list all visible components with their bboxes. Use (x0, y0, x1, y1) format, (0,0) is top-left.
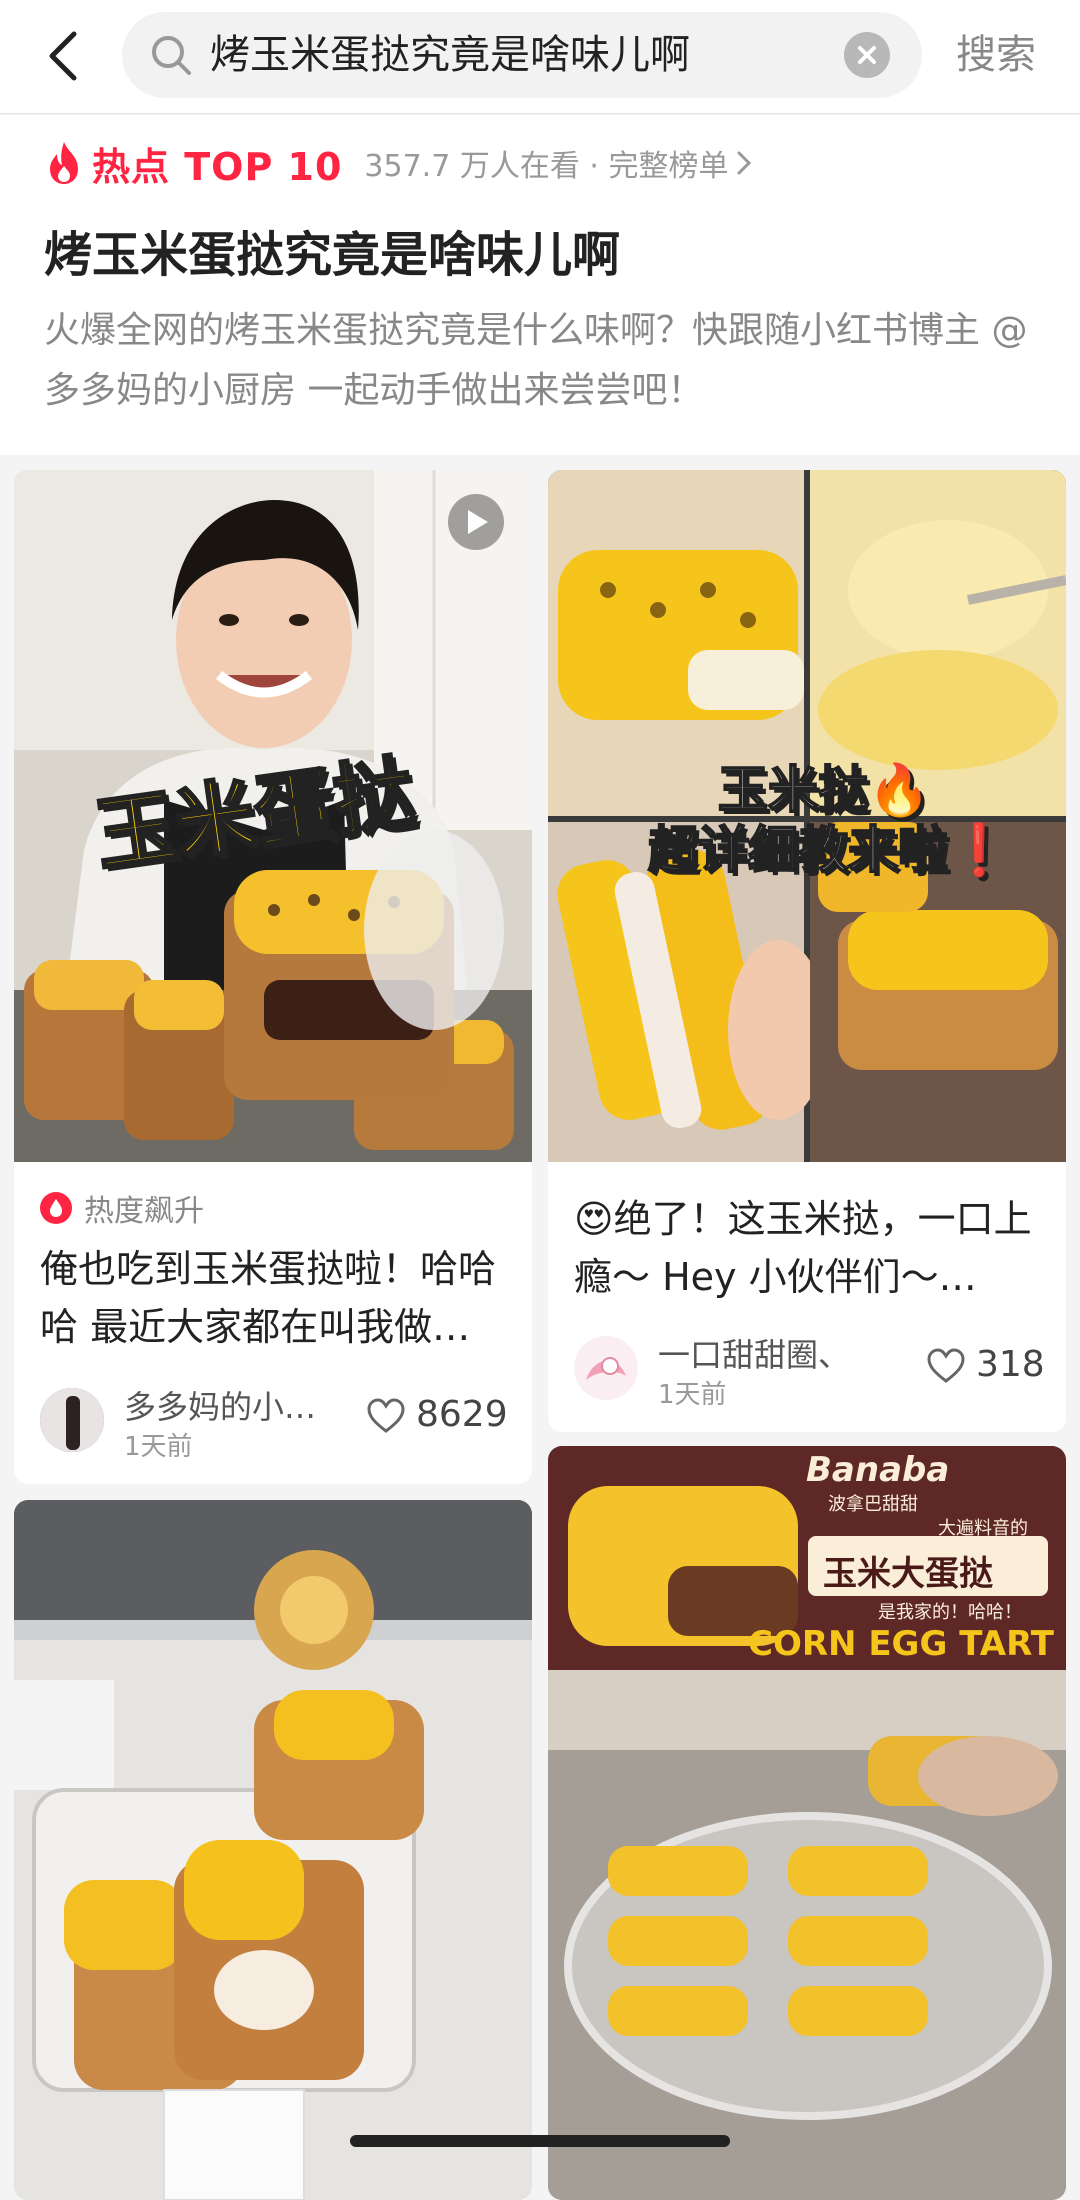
post-photo (14, 1500, 532, 2200)
chevron-right-icon (737, 151, 752, 175)
sign-title: 玉米大蛋挞 (823, 1554, 993, 1594)
post-title[interactable]: 俺也吃到玉米蛋挞啦！哈哈哈 最近大家都在叫我做… (40, 1240, 510, 1356)
sign-brand: Banaba (806, 1450, 950, 1490)
trending-tag-label: 热度飙升 (84, 1194, 204, 1229)
hot-topic-rank-row[interactable]: 热点 TOP 10 357.7 万人在看 · 完整榜单 (44, 133, 754, 193)
sign-english: CORN EGG TART (748, 1624, 1054, 1664)
author-name[interactable]: 多多妈的小… (124, 1382, 316, 1428)
post-card[interactable] (14, 1500, 532, 2200)
post-title[interactable]: 😍绝了！这玉米挞，一口上瘾～ Hey 小伙伴们～… (574, 1190, 1044, 1306)
heart-icon[interactable] (926, 1348, 966, 1384)
fire-icon (50, 142, 78, 184)
author-avatar[interactable] (574, 1336, 638, 1400)
sign-brand-sub: 波拿巴甜甜 (828, 1494, 918, 1515)
author-name[interactable]: 一口甜甜圈、 (658, 1330, 850, 1376)
video-play-icon (448, 494, 504, 550)
topic-title: 烤玉米蛋挞究竟是啥味儿啊 (44, 227, 621, 283)
home-indicator[interactable] (350, 2135, 730, 2147)
hot-topic-header: 热点 TOP 10 357.7 万人在看 · 完整榜单 烤玉米蛋挞究竟是啥味儿啊… (0, 115, 1080, 455)
viewers-count-link[interactable]: 357.7 万人在看 · 完整榜单 (364, 141, 728, 185)
fire-icon (40, 1192, 72, 1224)
back-button[interactable] (40, 26, 90, 86)
heart-icon[interactable] (366, 1398, 406, 1434)
chevron-left-icon (49, 31, 77, 81)
search-header: 烤玉米蛋挞究竟是啥味儿啊 搜索 (0, 0, 1080, 114)
like-count: 8629 (416, 1394, 508, 1435)
post-image[interactable]: 玉米蛋挞 (14, 470, 532, 1162)
search-input[interactable]: 烤玉米蛋挞究竟是啥味儿啊 (122, 12, 922, 98)
sign-note: 是我家的！哈哈！ (878, 1602, 1022, 1623)
post-time: 1天前 (124, 1432, 193, 1462)
topic-description: 火爆全网的烤玉米蛋挞究竟是什么味啊？快跟随小红书博主 @ 多多妈的小厨房 一起动… (44, 310, 1028, 411)
like-count: 318 (976, 1344, 1045, 1385)
author-avatar[interactable] (40, 1388, 104, 1452)
close-icon (858, 46, 876, 64)
post-image[interactable]: Banaba 波拿巴甜甜 大遍料音的 玉米大蛋挞 是我家的！哈哈！ CORN E… (548, 1446, 1066, 2200)
post-time: 1天前 (658, 1380, 727, 1410)
post-image[interactable]: 玉米挞🔥 超详细教来啦❗ (548, 470, 1066, 1162)
sign-side-text: 大遍料音的 (938, 1518, 1028, 1539)
search-query[interactable]: 烤玉米蛋挞究竟是啥味儿啊 (210, 12, 690, 98)
search-icon (152, 36, 191, 75)
search-button[interactable]: 搜索 (956, 0, 1036, 110)
post-card[interactable]: 玉米蛋挞 热度飙升 俺也吃到玉米蛋挞啦！哈哈哈 最近大家都在叫我做… 多多妈的小… (14, 470, 532, 1484)
clear-search-button[interactable] (844, 32, 890, 78)
hot-badge: 热点 TOP 10 (92, 144, 343, 189)
trending-tag: 热度飙升 (40, 1186, 204, 1230)
post-image-caption-line2: 超详细教来啦❗ (647, 820, 1011, 880)
post-card[interactable]: Banaba 波拿巴甜甜 大遍料音的 玉米大蛋挞 是我家的！哈哈！ CORN E… (548, 1446, 1066, 2200)
post-image[interactable] (14, 1500, 532, 2200)
post-card[interactable]: 玉米挞🔥 超详细教来啦❗ 😍绝了！这玉米挞，一口上瘾～ Hey 小伙伴们～… 一… (548, 470, 1066, 1432)
